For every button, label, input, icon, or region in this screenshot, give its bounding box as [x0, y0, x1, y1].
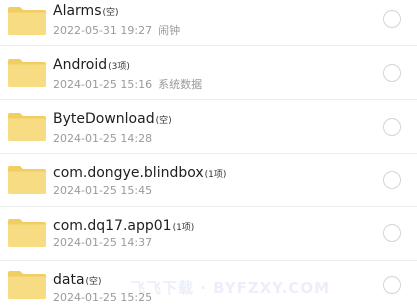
- item-count: (3项): [108, 62, 130, 72]
- folder-icon: [8, 219, 46, 247]
- list-item-com-dq17-app01[interactable]: com.dq17.app01(1项) 2024-01-25 14:37: [0, 210, 417, 262]
- select-radio[interactable]: [383, 276, 401, 294]
- watermark-text: 飞飞下载 · BYFZXY.COM: [130, 279, 331, 297]
- item-meta: 2024-01-25 15:45: [53, 184, 158, 198]
- select-radio[interactable]: [383, 118, 401, 136]
- select-radio[interactable]: [383, 171, 401, 189]
- item-count: (空): [155, 116, 172, 126]
- item-count: (空): [85, 277, 102, 287]
- folder-description: 系统数据: [158, 78, 203, 91]
- folder-icon: [8, 166, 46, 194]
- modified-date: 2024-01-25 14:37: [53, 236, 153, 249]
- folder-name: Android: [53, 57, 108, 73]
- divider: [0, 260, 417, 261]
- folder-name: com.dongye.blindbox: [53, 165, 204, 181]
- folder-name: Alarms: [53, 3, 102, 19]
- item-title: com.dq17.app01(1项): [53, 215, 194, 238]
- divider: [0, 99, 417, 100]
- modified-date: 2022-05-31 19:27: [53, 24, 153, 37]
- folder-icon: [8, 59, 46, 87]
- divider: [0, 206, 417, 207]
- select-radio[interactable]: [383, 224, 401, 242]
- item-title: ByteDownload(空): [53, 108, 172, 131]
- file-list: Alarms(空) 2022-05-31 19:27 闹钟 Android(3项)…: [0, 0, 417, 308]
- divider: [0, 153, 417, 154]
- list-item-android[interactable]: Android(3项) 2024-01-25 15:16 系统数据: [0, 52, 417, 104]
- item-meta: 2024-01-25 15:16 系统数据: [53, 78, 202, 92]
- item-count: (1项): [204, 170, 227, 180]
- item-title: Alarms(空): [53, 0, 119, 23]
- list-item-bytedownload[interactable]: ByteDownload(空) 2024-01-25 14:28: [0, 106, 417, 158]
- item-title: com.dongye.blindbox(1项): [53, 162, 226, 185]
- folder-name: ByteDownload: [53, 111, 155, 127]
- modified-date: 2024-01-25 15:16: [53, 78, 153, 91]
- list-item-com-dongye-blindbox[interactable]: com.dongye.blindbox(1项) 2024-01-25 15:45: [0, 158, 417, 210]
- folder-description: 闹钟: [158, 24, 181, 37]
- item-title: data(空): [53, 269, 102, 292]
- item-meta: 2022-05-31 19:27 闹钟: [53, 24, 180, 38]
- folder-name: com.dq17.app01: [53, 218, 172, 234]
- divider: [0, 45, 417, 46]
- folder-icon: [8, 271, 46, 299]
- select-radio[interactable]: [383, 64, 401, 82]
- item-count: (空): [102, 8, 119, 18]
- modified-date: 2024-01-25 15:45: [53, 184, 153, 197]
- modified-date: 2024-01-25 14:28: [53, 132, 153, 145]
- folder-icon: [8, 113, 46, 141]
- select-radio[interactable]: [383, 10, 401, 28]
- item-meta: 2024-01-25 14:28: [53, 132, 158, 146]
- item-title: Android(3项): [53, 54, 130, 77]
- folder-icon: [8, 7, 46, 35]
- folder-name: data: [53, 272, 85, 288]
- item-count: (1项): [172, 223, 195, 233]
- item-meta: 2024-01-25 14:37: [53, 236, 158, 250]
